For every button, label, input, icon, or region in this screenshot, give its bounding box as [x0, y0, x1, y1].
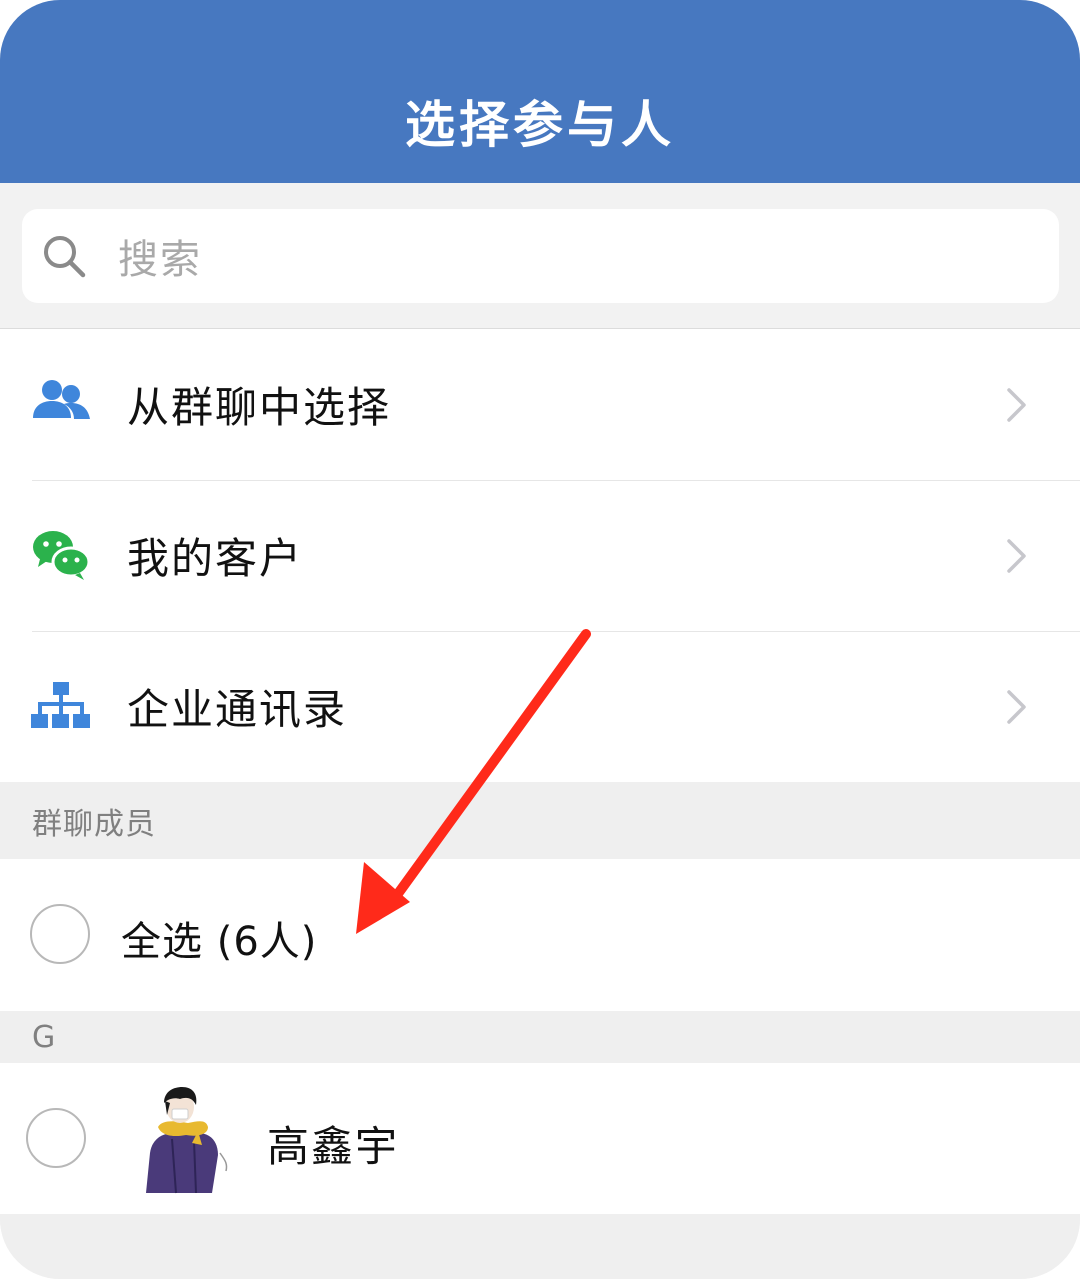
search-area: 搜索: [0, 183, 1080, 329]
wechat-icon: [33, 530, 91, 580]
member-checkbox[interactable]: [26, 1108, 86, 1168]
nav-header: 选择参与人: [0, 0, 1080, 183]
menu-item-my-customers[interactable]: 我的客户: [0, 480, 1080, 631]
member-row[interactable]: 高鑫宇: [0, 1063, 1080, 1214]
member-name: 高鑫宇: [267, 1122, 400, 1171]
select-all-label: 全选 (6人): [121, 919, 318, 965]
page-title: 选择参与人: [405, 95, 675, 154]
chevron-right-icon: [1007, 689, 1026, 724]
select-all-checkbox[interactable]: [30, 904, 90, 964]
org-chart-icon: [31, 681, 90, 728]
menu-item-label: 企业通讯录: [127, 685, 348, 734]
section-header-letter: G: [0, 1011, 1080, 1063]
list-footer: [0, 1214, 1080, 1279]
menu-item-group-chat[interactable]: 从群聊中选择: [0, 329, 1080, 480]
search-input[interactable]: 搜索: [22, 209, 1059, 303]
avatar: [132, 1083, 240, 1195]
chevron-right-icon: [1007, 387, 1026, 422]
menu-item-label: 从群聊中选择: [127, 383, 392, 432]
search-placeholder: 搜索: [118, 237, 202, 283]
menu-item-org-directory[interactable]: 企业通讯录: [0, 631, 1080, 782]
section-header-group-members: 群聊成员: [0, 782, 1080, 859]
search-icon: [44, 236, 86, 278]
screen: 选择参与人 搜索 从群聊中选择 我的客户 企业通讯录 群聊成员 全选 (6人) …: [0, 0, 1080, 1279]
select-all-row[interactable]: 全选 (6人): [0, 859, 1080, 1011]
source-menu: 从群聊中选择 我的客户 企业通讯录: [0, 329, 1080, 782]
menu-item-label: 我的客户: [127, 534, 304, 583]
chevron-right-icon: [1007, 538, 1026, 573]
group-chat-icon: [33, 379, 90, 419]
